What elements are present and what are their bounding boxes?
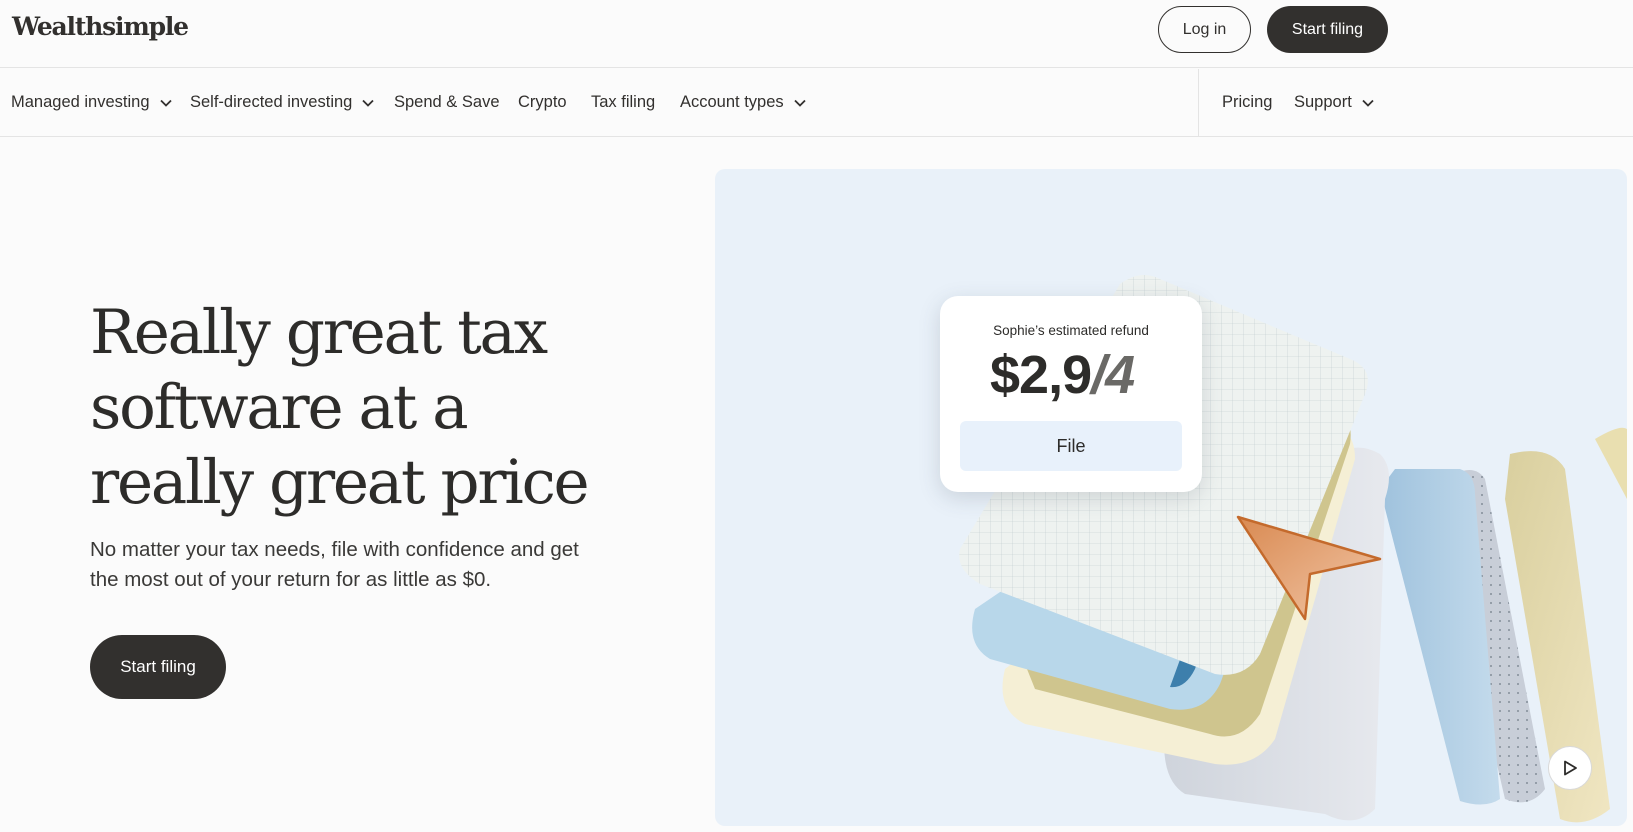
nav-divider — [1198, 69, 1199, 137]
nav-item-managed-investing[interactable]: Managed investing — [11, 93, 173, 112]
nav-item-account-types[interactable]: Account types — [680, 93, 807, 112]
play-icon — [1564, 760, 1577, 776]
main-nav: Managed investing Self-directed investin… — [0, 69, 1633, 137]
start-filing-hero-button[interactable]: Start filing — [90, 635, 226, 699]
nav-item-support[interactable]: Support — [1294, 93, 1375, 112]
hero-media-panel: Sophie’s estimated refund $2,9/4 File — [715, 169, 1627, 826]
nav-item-label: Tax filing — [591, 93, 656, 111]
file-button[interactable]: File — [960, 421, 1182, 471]
refund-amount-rolling-digits: /4 — [1091, 345, 1135, 404]
chevron-down-icon — [362, 99, 374, 107]
nav-item-label: Spend & Save — [394, 93, 500, 111]
nav-item-self-directed-investing[interactable]: Self-directed investing — [190, 93, 375, 112]
refund-amount: $2,9/4 — [990, 344, 1160, 404]
refund-card-title: Sophie’s estimated refund — [993, 323, 1149, 338]
hero-headline-line: software at a — [90, 372, 469, 443]
hero-headline-line: really great price — [90, 447, 590, 518]
nav-item-tax-filing[interactable]: Tax filing — [591, 93, 655, 112]
nav-item-spend-save[interactable]: Spend & Save — [394, 93, 500, 112]
chevron-down-icon — [159, 99, 172, 107]
wealthsimple-logo[interactable]: Wealthsimple — [12, 12, 189, 41]
stacked-papers-illustration — [959, 275, 1627, 823]
nav-item-label: Pricing — [1222, 93, 1273, 111]
nav-item-crypto[interactable]: Crypto — [518, 93, 567, 112]
nav-item-label: Support — [1294, 93, 1352, 111]
nav-item-label: Managed investing — [11, 93, 150, 111]
hero-headline-line: Really great tax — [90, 297, 548, 368]
refund-amount-value: $2,9 — [990, 345, 1092, 404]
chevron-down-icon — [1362, 99, 1374, 107]
chevron-down-icon — [794, 99, 806, 107]
nav-item-label: Account types — [680, 93, 784, 111]
nav-item-label: Self-directed investing — [190, 93, 353, 111]
top-bar: Wealthsimple Log in Start filing — [0, 0, 1633, 68]
start-filing-header-button[interactable]: Start filing — [1267, 6, 1388, 53]
refund-card: Sophie’s estimated refund $2,9/4 File — [940, 296, 1202, 492]
nav-item-pricing[interactable]: Pricing — [1222, 93, 1272, 112]
play-video-button[interactable] — [1548, 746, 1592, 790]
hero-subtext: No matter your tax needs, file with conf… — [90, 538, 579, 591]
hero-headline: Really great tax software at a really gr… — [90, 295, 650, 520]
nav-item-label: Crypto — [518, 93, 567, 111]
login-button[interactable]: Log in — [1158, 6, 1251, 53]
paper-gold-edge — [1595, 427, 1627, 499]
